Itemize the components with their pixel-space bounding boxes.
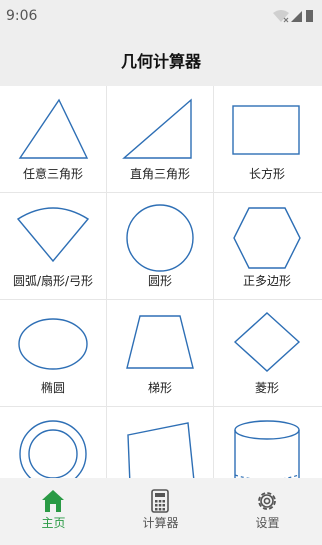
nav-label: 主页: [41, 516, 66, 530]
shape-card-annulus[interactable]: [0, 407, 107, 478]
shape-card-circle[interactable]: 圆形: [107, 193, 214, 300]
shape-card-sector[interactable]: 圆弧/扇形/弓形: [0, 193, 107, 300]
bottom-nav: 主页 计算器 设置: [0, 478, 322, 545]
shape-label: 圆弧/扇形/弓形: [12, 274, 94, 288]
wifi-icon: [273, 10, 289, 23]
shape-label: 梯形: [147, 381, 172, 395]
status-icons: [273, 10, 313, 23]
hexagon-icon: [233, 207, 301, 269]
signal-icon: [291, 11, 302, 22]
rhombus-icon: [233, 312, 301, 372]
shape-card-cylinder[interactable]: [214, 407, 322, 478]
sector-icon: [16, 207, 90, 263]
nav-label: 设置: [255, 516, 280, 530]
nav-calculator[interactable]: 计算器: [107, 478, 214, 545]
shape-label: 菱形: [254, 381, 279, 395]
quadrilateral-icon: [127, 422, 195, 478]
app-bar: 几何计算器: [0, 32, 322, 86]
shape-label: 正多边形: [242, 274, 291, 288]
right-triangle-icon: [122, 98, 192, 159]
nav-home[interactable]: 主页: [0, 478, 107, 545]
shape-card-polygon[interactable]: 正多边形: [214, 193, 322, 300]
shape-label: 任意三角形: [22, 167, 83, 181]
nav-label: 计算器: [142, 516, 179, 530]
shape-card-rectangle[interactable]: 长方形: [214, 86, 322, 193]
shape-card-rhombus[interactable]: 菱形: [214, 300, 322, 407]
shape-card-trapezoid[interactable]: 梯形: [107, 300, 214, 407]
shape-card-right-triangle[interactable]: 直角三角形: [107, 86, 214, 193]
calculator-icon: [151, 489, 169, 513]
battery-icon: [306, 10, 313, 22]
shape-card-quadrilateral[interactable]: [107, 407, 214, 478]
rectangle-icon: [232, 105, 300, 155]
shape-card-triangle[interactable]: 任意三角形: [0, 86, 107, 193]
circle-icon: [126, 204, 194, 272]
home-icon: [42, 490, 64, 512]
shape-label: 椭圆: [40, 381, 65, 395]
status-time: 9:06: [6, 8, 38, 24]
cylinder-icon: [234, 420, 300, 478]
status-bar: 9:06: [0, 0, 322, 32]
gear-icon: [258, 492, 276, 510]
page-title: 几何计算器: [120, 52, 201, 71]
shape-card-ellipse[interactable]: 椭圆: [0, 300, 107, 407]
triangle-icon: [18, 98, 89, 159]
shape-label: 圆形: [147, 274, 172, 288]
nav-settings[interactable]: 设置: [214, 478, 322, 545]
ellipse-icon: [18, 318, 88, 370]
trapezoid-icon: [126, 315, 194, 369]
shape-grid: 任意三角形 直角三角形 长方形 圆弧/扇形/弓形 圆形 正多边形 椭圆 梯形 菱…: [0, 86, 322, 478]
shape-label: 直角三角形: [129, 167, 190, 181]
shape-label: 长方形: [248, 167, 285, 181]
annulus-icon: [19, 420, 87, 478]
